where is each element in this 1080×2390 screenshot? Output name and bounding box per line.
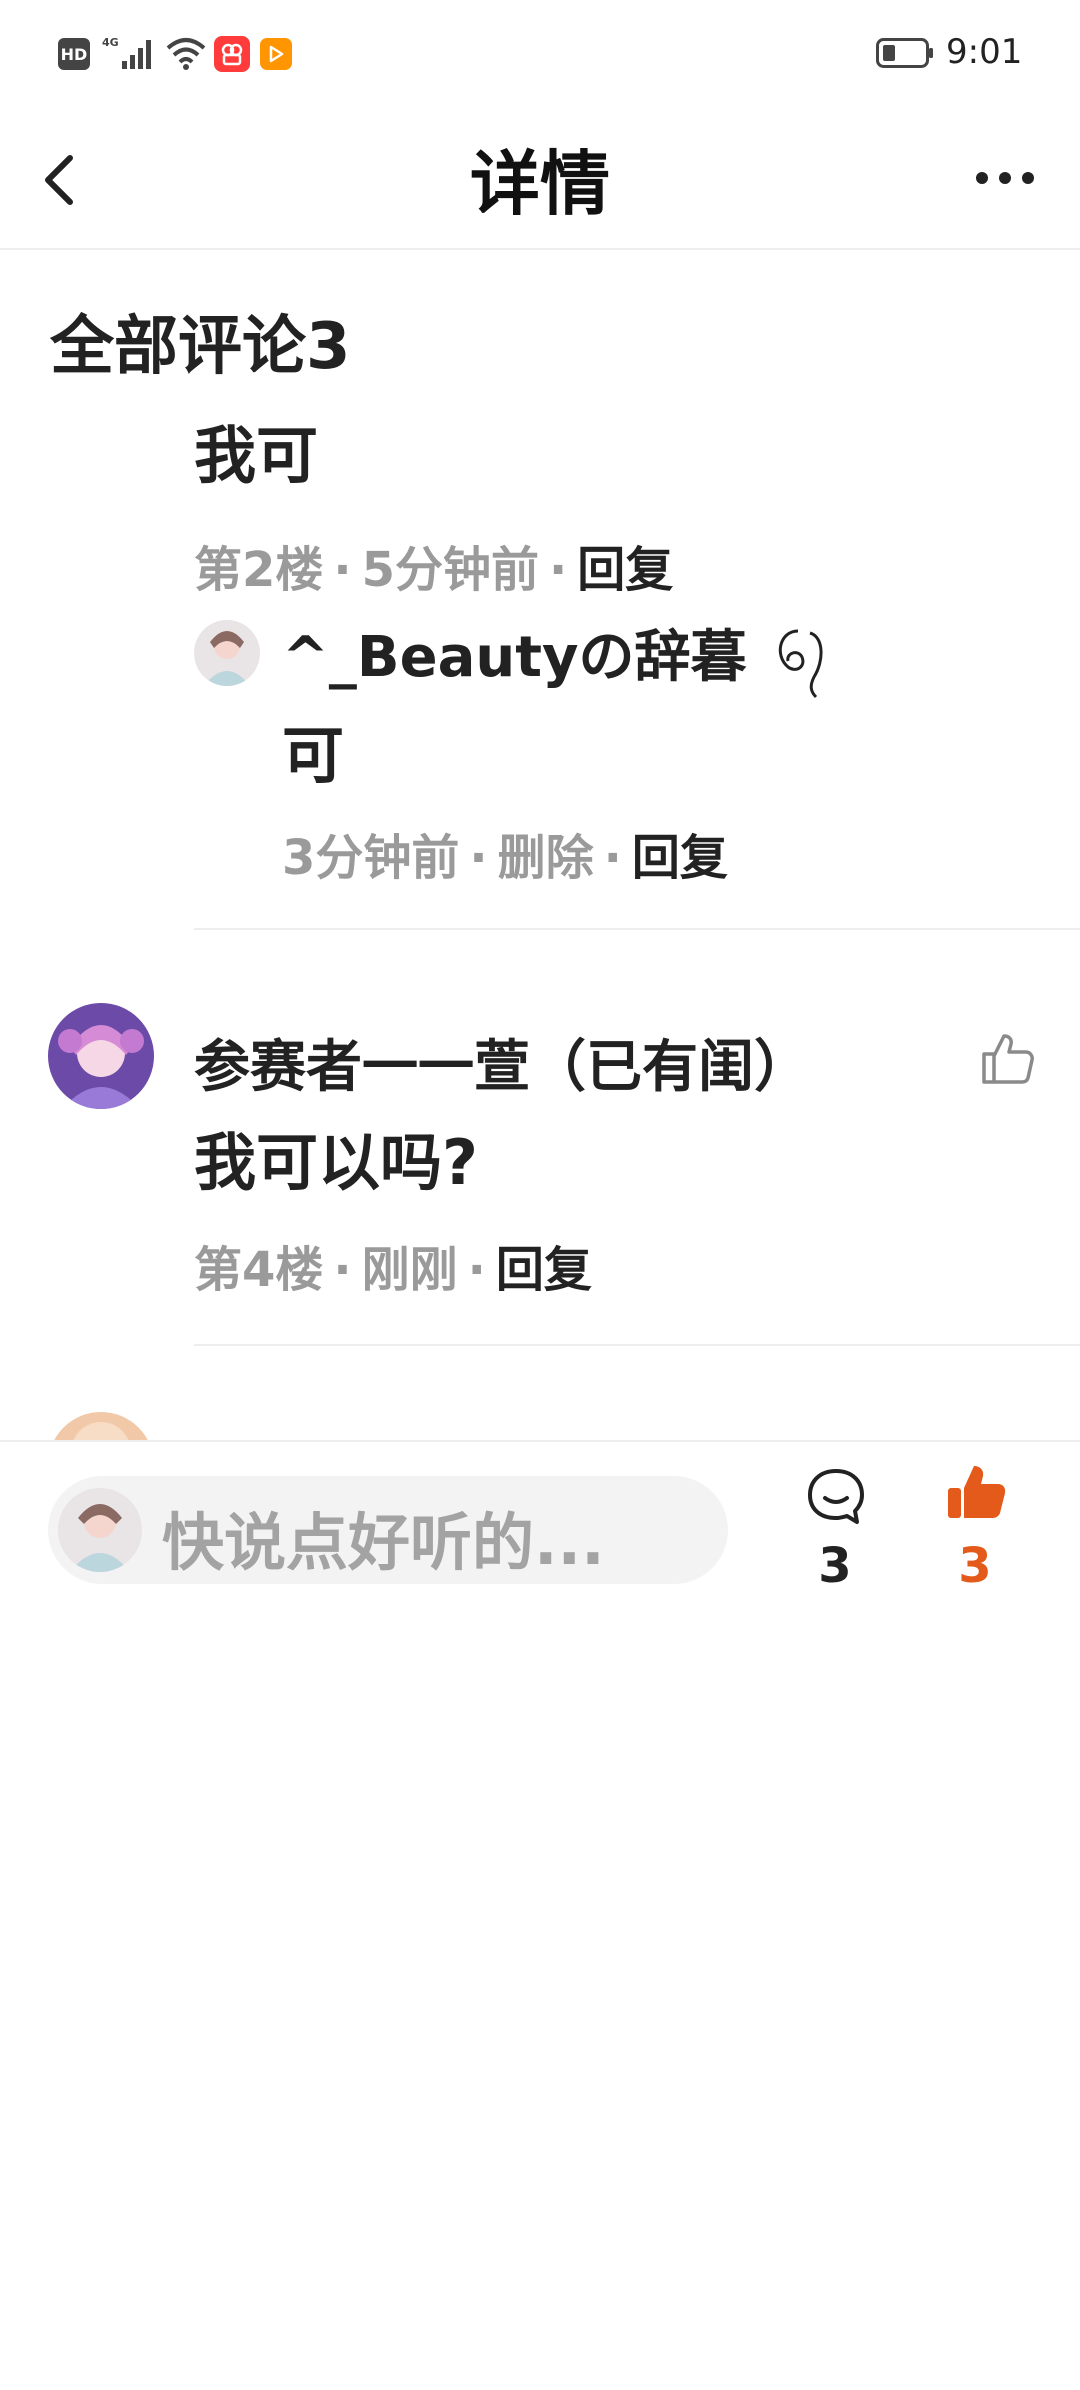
divider: [194, 1344, 1080, 1346]
signal-icon: 4G: [102, 33, 154, 73]
avatar[interactable]: [194, 620, 260, 686]
avatar[interactable]: [48, 1412, 154, 1440]
hd-icon: HD: [58, 38, 90, 70]
reply-button[interactable]: 回复: [496, 1242, 592, 1298]
page-title: 详情: [470, 143, 610, 225]
battery-icon: [876, 38, 934, 68]
time-label: 5分钟前: [361, 542, 540, 598]
status-bar: HD 4G 9:01: [0, 0, 1080, 105]
time-label: 刚刚: [361, 1242, 458, 1298]
comment-text: 我可以吗?: [194, 1126, 478, 1199]
comment-meta: 第2楼 · 5分钟前 · 回复: [194, 542, 674, 598]
avatar: [58, 1488, 142, 1572]
reply-button[interactable]: 回复: [577, 542, 673, 598]
comment-text: 我可: [194, 419, 319, 492]
thumbs-up-filled-icon[interactable]: [944, 1462, 1008, 1526]
comments-section-title: 全部评论3: [50, 310, 351, 384]
avatar[interactable]: [48, 1003, 154, 1109]
comment-icon[interactable]: [805, 1466, 867, 1528]
comment-input-placeholder[interactable]: 快说点好听的...: [162, 1492, 605, 1582]
svg-text:4G: 4G: [102, 36, 119, 49]
app-notify-icon: [214, 36, 250, 72]
like-count: 3: [958, 1538, 992, 1594]
comment-username[interactable]: 参赛者一一萱（已有闺）: [194, 1022, 810, 1103]
floor-label: 第2楼: [194, 542, 324, 598]
more-dots-icon[interactable]: [970, 158, 1040, 198]
flourish-icon: [778, 629, 823, 698]
reply-username[interactable]: ^_Beautyの辞暮: [282, 612, 830, 701]
divider: [194, 928, 1080, 930]
comment-meta: 第4楼 · 刚刚 · 回复: [194, 1242, 592, 1298]
floor-label: 第4楼: [194, 1242, 324, 1298]
reply-button[interactable]: 回复: [632, 830, 728, 886]
time-label: 3分钟前: [282, 830, 460, 886]
thumbs-up-icon[interactable]: [978, 1030, 1036, 1088]
comment-count: 3: [818, 1538, 852, 1594]
reply-meta: 3分钟前 · 删除 · 回复: [282, 830, 728, 886]
delete-button[interactable]: 删除: [498, 830, 594, 886]
clock-time: 9:01: [946, 32, 1023, 72]
video-app-icon: [260, 38, 292, 70]
wifi-icon: [166, 33, 206, 73]
reply-text: 可: [282, 719, 345, 792]
